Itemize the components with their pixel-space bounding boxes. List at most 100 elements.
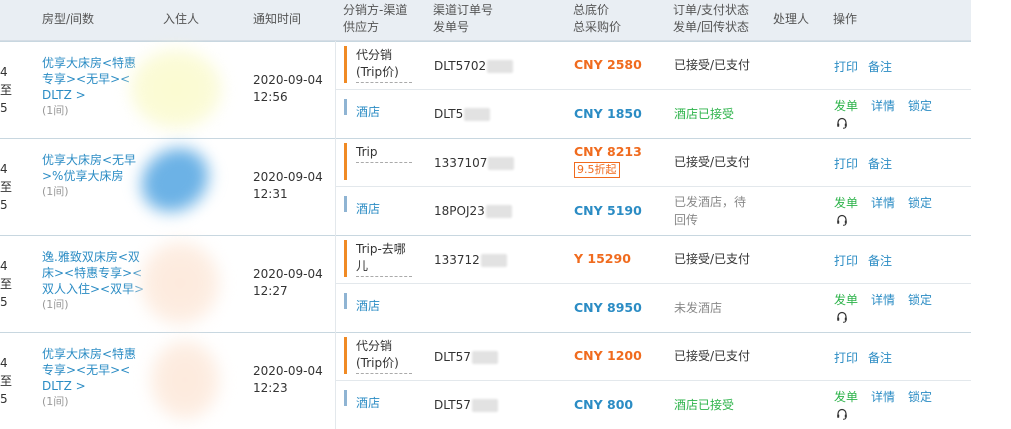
note-button[interactable]: 备注 — [868, 155, 892, 172]
supplier-indicator — [344, 99, 347, 115]
room-type[interactable]: 优享大床房<无早 >%优享大床房 (1间) — [42, 152, 150, 200]
print-button[interactable]: 打印 — [834, 349, 858, 366]
redacted-digits — [464, 108, 491, 121]
header-send-status: 发单/回传状态 — [673, 20, 750, 34]
channel-indicator — [344, 240, 347, 277]
headset-icon[interactable] — [836, 311, 848, 323]
note-button[interactable]: 备注 — [868, 252, 892, 269]
order-status: 已接受/已支付 — [674, 155, 751, 169]
room-type-line2[interactable]: >%优享大床房 — [42, 168, 150, 184]
room-type-line1[interactable]: 优享大床房<无早 — [42, 152, 150, 168]
note-button[interactable]: 备注 — [868, 58, 892, 75]
headset-icon[interactable] — [836, 117, 848, 129]
room-type-line1[interactable]: 优享大床房<特惠 — [42, 55, 150, 71]
headset-icon[interactable] — [836, 408, 848, 420]
distribution-channel-label: 代分销 (Trip价) — [356, 47, 412, 83]
notify-time: 2020-09-04 12:31 — [253, 169, 323, 203]
send-status-line1: 未发酒店 — [674, 301, 723, 315]
stay-dates-line2: 5 — [0, 295, 8, 309]
lock-button[interactable]: 锁定 — [908, 388, 932, 405]
headset-icon[interactable] — [836, 214, 848, 226]
lock-button[interactable]: 锁定 — [908, 97, 932, 114]
send-order-button[interactable]: 发单 — [834, 388, 858, 405]
distribution-channel-line1: 代分销 — [356, 339, 393, 353]
redacted-digits — [485, 205, 512, 218]
lock-button[interactable]: 锁定 — [908, 291, 932, 308]
header-room-type: 房型/间数 — [42, 12, 95, 26]
stay-dates: 4至 5 — [0, 354, 16, 408]
distribution-channel: 代分销 (Trip价) — [356, 338, 412, 374]
send-no: DLT5 — [434, 105, 491, 123]
send-status: 酒店已接受 — [674, 105, 734, 123]
redacted-digits — [471, 399, 498, 412]
channel-order-no: 1337107 — [434, 154, 515, 172]
distribution-channel: Trip — [356, 144, 412, 163]
distribution-channel-label: 代分销 (Trip价) — [356, 338, 412, 374]
header-send-no: 发单号 — [433, 20, 470, 34]
row-divider — [0, 138, 971, 139]
total-price: CNY 2580 — [574, 57, 642, 72]
notify-clock: 12:31 — [253, 187, 288, 201]
header-notify-time: 通知时间 — [253, 12, 302, 26]
note-button[interactable]: 备注 — [868, 349, 892, 366]
room-count: (1间) — [42, 185, 69, 198]
guest-name-redacted — [140, 241, 220, 325]
notify-date: 2020-09-04 — [253, 364, 323, 378]
total-price: CNY 1200 — [574, 348, 642, 363]
distribution-channel-line2: (Trip价) — [356, 356, 399, 370]
room-type-line3[interactable]: 双人入住><双早> — [42, 281, 150, 297]
redacted-digits — [471, 351, 498, 364]
notify-date: 2020-09-04 — [253, 73, 323, 87]
supplier: 酒店 — [356, 396, 381, 410]
room-type-line3[interactable]: DLTZ > — [42, 378, 150, 394]
notify-time: 2020-09-04 12:56 — [253, 72, 323, 106]
header-actions: 操作 — [833, 12, 858, 26]
send-order-button[interactable]: 发单 — [834, 97, 858, 114]
stay-dates: 4至 5 — [0, 160, 16, 214]
channel-order-no-text: DLT57 — [434, 350, 471, 364]
room-type-line1[interactable]: 逸.雅致双床房<双 — [42, 249, 150, 265]
notify-clock: 12:27 — [253, 284, 288, 298]
channel-indicator — [344, 143, 347, 180]
send-no-text: 18POJ23 — [434, 204, 485, 218]
room-type-line2[interactable]: 床><特惠专享>< — [42, 265, 150, 281]
header-purchase-price: 总采购价 — [573, 20, 622, 34]
room-type-line1[interactable]: 优享大床房<特惠 — [42, 346, 150, 362]
purchase-price: CNY 800 — [574, 397, 634, 412]
total-price: Y 15290 — [574, 251, 631, 266]
room-type[interactable]: 优享大床房<特惠 专享><无早>< DLTZ > (1间) — [42, 346, 150, 410]
details-button[interactable]: 详情 — [871, 97, 895, 114]
header-handler: 处理人 — [773, 12, 810, 26]
sub-row-divider — [336, 186, 971, 187]
guest-name-redacted — [129, 135, 221, 225]
supplier: 酒店 — [356, 299, 381, 313]
order-status: 已接受/已支付 — [674, 252, 751, 266]
details-button[interactable]: 详情 — [871, 194, 895, 211]
print-button[interactable]: 打印 — [834, 155, 858, 172]
guest-name-redacted — [150, 340, 220, 420]
send-order-button[interactable]: 发单 — [834, 194, 858, 211]
room-type[interactable]: 逸.雅致双床房<双 床><特惠专享>< 双人入住><双早> (1间) — [42, 249, 150, 313]
channel-order-no-text: DLT5702 — [434, 59, 487, 73]
stay-dates: 4至 5 — [0, 63, 16, 117]
row-divider — [0, 332, 971, 333]
channel-order-no: 133712 — [434, 251, 507, 269]
supplier: 酒店 — [356, 202, 381, 216]
send-order-button[interactable]: 发单 — [834, 291, 858, 308]
sub-row-divider — [336, 283, 971, 284]
room-type-line2[interactable]: 专享><无早>< — [42, 362, 150, 378]
print-button[interactable]: 打印 — [834, 58, 858, 75]
channel-indicator — [344, 46, 347, 83]
lock-button[interactable]: 锁定 — [908, 194, 932, 211]
order-group: 4至 5 优享大床房<特惠 专享><无早>< DLTZ > (1间) 2020-… — [0, 332, 971, 429]
channel-indicator — [344, 337, 347, 374]
stay-dates-line2: 5 — [0, 101, 8, 115]
send-status: 酒店已接受 — [674, 396, 734, 414]
details-button[interactable]: 详情 — [871, 291, 895, 308]
print-button[interactable]: 打印 — [834, 252, 858, 269]
details-button[interactable]: 详情 — [871, 388, 895, 405]
row-divider — [0, 235, 971, 236]
order-status: 已接受/已支付 — [674, 58, 751, 72]
stay-dates: 4至 5 — [0, 257, 16, 311]
send-status-line1: 酒店已接受 — [674, 398, 735, 412]
